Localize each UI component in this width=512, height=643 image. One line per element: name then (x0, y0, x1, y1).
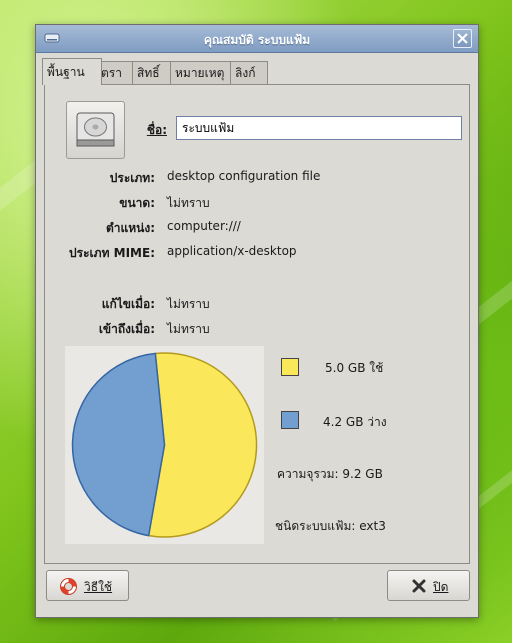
filesystem-type: ชนิดระบบแฟ้ม: ext3 (275, 519, 386, 533)
window-close-button[interactable] (453, 29, 472, 48)
free-legend-swatch (281, 411, 299, 429)
modified-value: ไม่ทราบ (167, 297, 210, 311)
used-legend-label: 5.0 GB ใช้ (325, 361, 384, 375)
close-x-icon (412, 579, 426, 593)
basic-tab-panel: ชื่อ: ประเภท: desktop configuration file… (44, 84, 470, 564)
accessed-label: เข้าถึงเมื่อ: (98, 322, 155, 336)
used-legend-swatch (281, 358, 299, 376)
size-value: ไม่ทราบ (167, 196, 210, 210)
help-lifebuoy-icon (60, 578, 77, 595)
close-button-label: ปิด (433, 580, 449, 594)
pie-slice-free (71, 352, 166, 537)
name-input[interactable] (176, 116, 462, 140)
tab-basic[interactable]: พื้นฐาน (42, 58, 102, 85)
tab-notes[interactable]: หมายเหตุ (170, 61, 236, 84)
window-title: คุณสมบัติ ระบบแฟ้ม (203, 33, 311, 47)
close-button[interactable]: ปิด (387, 570, 470, 601)
modified-label: แก้ไขเมื่อ: (101, 297, 155, 311)
close-icon (457, 33, 468, 44)
type-label: ประเภท: (109, 171, 155, 185)
location-label: ตำแหน่ง: (105, 221, 155, 235)
help-button[interactable]: วิธีใช้ (46, 570, 129, 601)
help-button-label: วิธีใช้ (84, 580, 113, 594)
harddrive-icon (76, 112, 115, 147)
tab-link[interactable]: ลิงก์ (230, 61, 268, 84)
properties-dialog: คุณสมบัติ ระบบแฟ้ม พื้นฐาน ตรา สิทธิ์ หม… (35, 24, 479, 618)
mime-type-value: application/x-desktop (167, 244, 297, 258)
file-icon-button[interactable] (66, 101, 125, 159)
name-label: ชื่อ: (146, 123, 167, 137)
size-label: ขนาด: (119, 196, 155, 210)
title-bar[interactable]: คุณสมบัติ ระบบแฟ้ม (36, 25, 478, 53)
free-legend-label: 4.2 GB ว่าง (323, 415, 387, 429)
mime-type-label: ประเภท MIME: (69, 246, 155, 260)
accessed-value: ไม่ทราบ (167, 322, 210, 336)
usage-pie-chart (65, 346, 264, 544)
location-value: computer:/// (167, 219, 241, 233)
total-capacity: ความจุรวม: 9.2 GB (277, 467, 383, 481)
type-value: desktop configuration file (167, 169, 321, 183)
